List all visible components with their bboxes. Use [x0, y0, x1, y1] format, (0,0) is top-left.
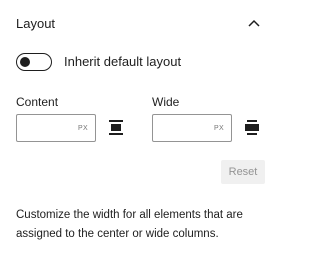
justify-stretch-icon	[245, 120, 259, 135]
content-justify-button[interactable]	[106, 116, 126, 140]
chevron-up-icon	[248, 19, 260, 27]
panel-title: Layout	[16, 16, 56, 31]
wide-size-input[interactable]: PX	[152, 114, 232, 142]
collapse-button[interactable]	[244, 14, 264, 34]
wide-size-label: Wide	[152, 95, 180, 109]
inherit-layout-label: Inherit default layout	[64, 54, 182, 69]
reset-button[interactable]: Reset	[221, 160, 265, 184]
help-text: Customize the width for all elements tha…	[16, 209, 243, 240]
content-unit-label[interactable]: PX	[78, 124, 88, 133]
content-size-label: Content	[16, 95, 59, 109]
layout-panel: Layout Inherit default layout Content PX…	[0, 0, 280, 270]
content-size-input[interactable]: PX	[16, 114, 96, 142]
panel-header: Layout	[16, 14, 264, 34]
toggle-knob	[20, 57, 30, 67]
inherit-layout-toggle[interactable]	[16, 53, 52, 71]
wide-justify-button[interactable]	[242, 116, 262, 140]
wide-unit-label[interactable]: PX	[214, 124, 224, 133]
inherit-layout-row: Inherit default layout	[16, 51, 264, 73]
justify-center-icon	[109, 120, 123, 135]
